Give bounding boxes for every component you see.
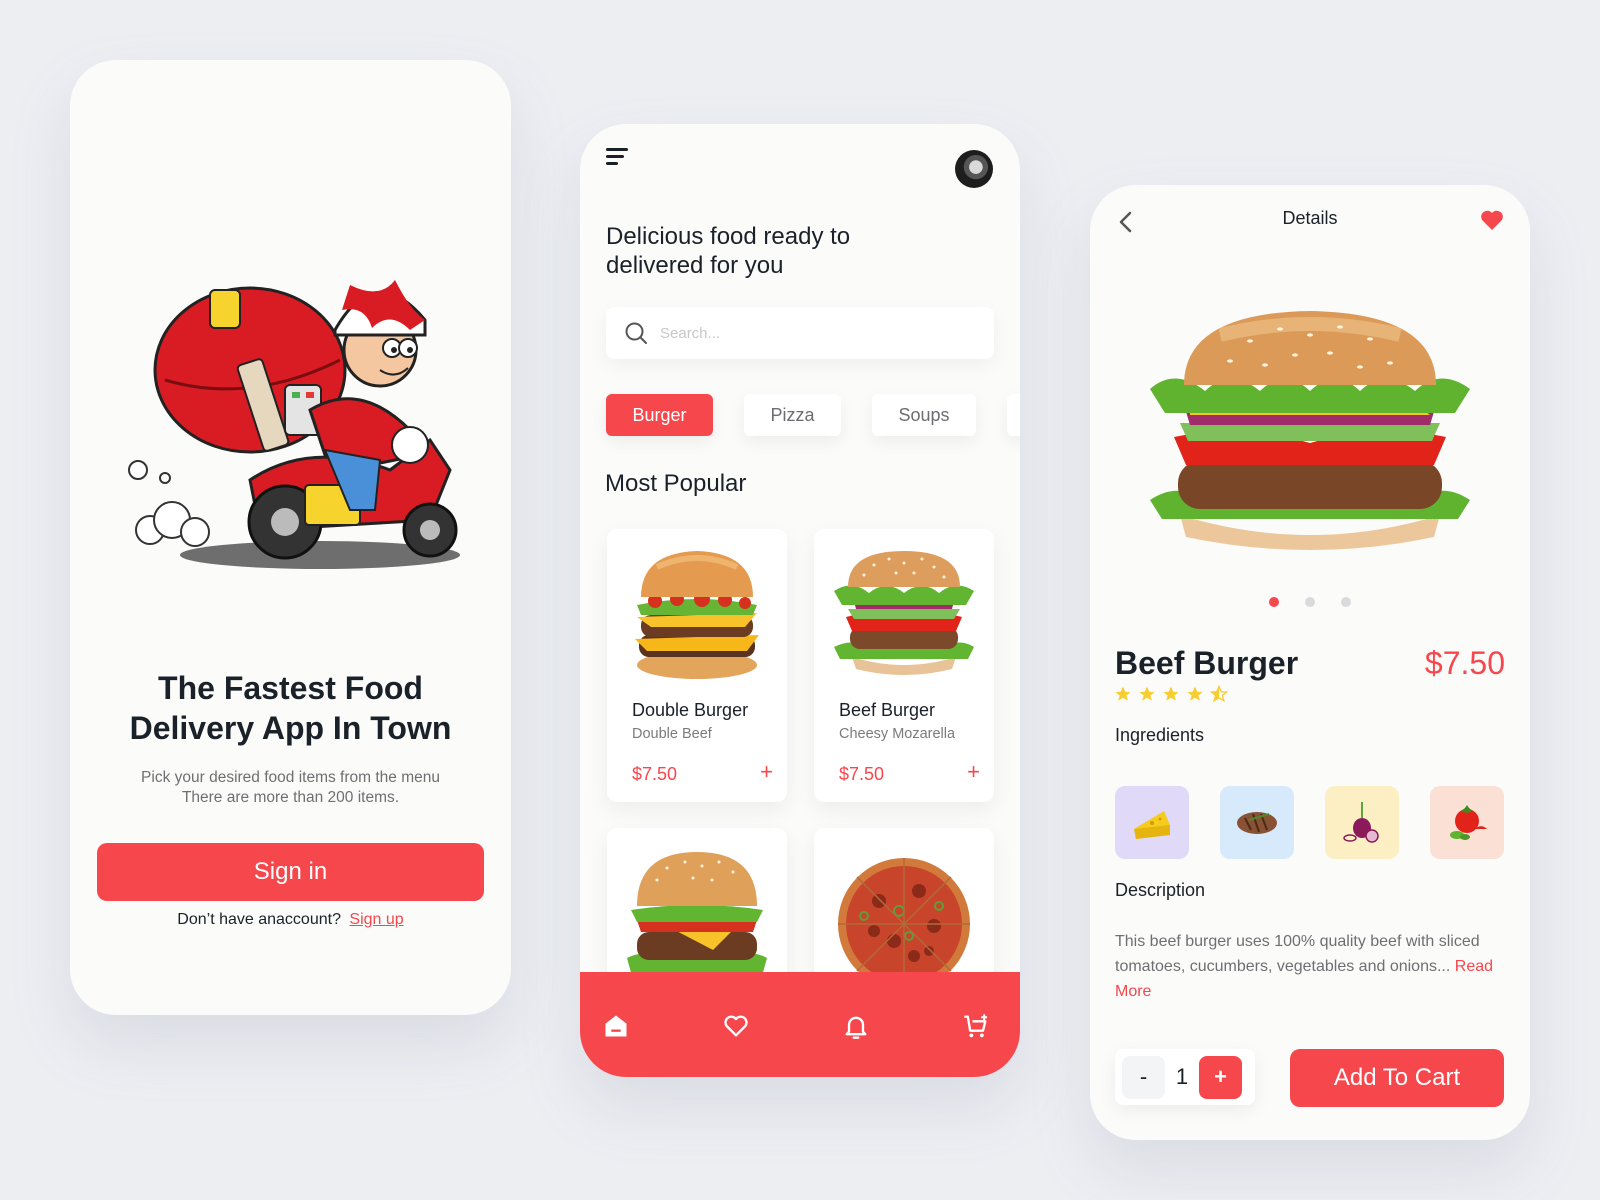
carousel-dot-2[interactable] — [1305, 597, 1315, 607]
beef-burger-image — [834, 551, 974, 675]
sign-in-button[interactable]: Sign in — [97, 843, 484, 901]
category-tab-more[interactable] — [1007, 394, 1020, 436]
category-tab-pizza[interactable]: Pizza — [744, 394, 841, 436]
user-avatar[interactable] — [955, 150, 993, 188]
carousel-dot-1[interactable] — [1269, 597, 1279, 607]
popular-items-grid: Double Burger Double Beef $7.50 + Beef B… — [607, 529, 997, 1028]
star-full-icon — [1187, 686, 1203, 701]
home-nav-icon[interactable] — [602, 1012, 630, 1040]
food-price: $7.50 — [839, 764, 885, 784]
sign-up-link[interactable]: Sign up — [349, 911, 403, 928]
food-name: Double Burger — [632, 700, 749, 720]
home-headline-line1: Delicious food ready to — [606, 223, 851, 250]
add-to-cart-button[interactable]: Add To Cart — [1290, 1049, 1504, 1107]
bottom-navigation — [580, 972, 1020, 1077]
ingredients-list — [1115, 786, 1504, 859]
home-headline: Delicious food ready to delivered for yo… — [606, 222, 906, 280]
quantity-stepper: - 1 + — [1115, 1049, 1255, 1105]
search-bar[interactable] — [606, 307, 994, 359]
menu-icon[interactable] — [606, 148, 630, 168]
no-account-text: Don’t have anaccount? — [177, 911, 341, 928]
add-to-cart-button[interactable]: + — [760, 761, 773, 783]
star-half-icon — [1210, 685, 1228, 703]
ingredient-tomato[interactable] — [1430, 786, 1504, 859]
favorite-heart-icon[interactable] — [1480, 209, 1504, 231]
welcome-subtitle: Pick your desired food items from the me… — [70, 768, 511, 808]
food-card[interactable]: Beef Burger Cheesy Mozarella $7.50 + — [814, 529, 994, 802]
carousel-dot-3[interactable] — [1341, 597, 1351, 607]
welcome-subtitle-line2: There are more than 200 items. — [181, 789, 400, 806]
most-popular-heading: Most Popular — [605, 470, 747, 497]
heart-nav-icon[interactable] — [722, 1012, 750, 1040]
tomato-icon — [1450, 804, 1487, 840]
bell-nav-icon[interactable] — [842, 1012, 870, 1040]
ingredient-cheese[interactable] — [1115, 786, 1189, 859]
product-price: $7.50 — [1424, 645, 1505, 681]
star-full-icon — [1163, 686, 1179, 701]
signup-prompt: Don’t have anaccount? Sign up — [70, 911, 511, 929]
onion-icon — [1343, 801, 1379, 843]
ingredient-steak[interactable] — [1220, 786, 1294, 859]
welcome-title: The Fastest Food Delivery App In Town — [70, 668, 511, 748]
home-screen: Delicious food ready to delivered for yo… — [580, 124, 1020, 1077]
welcome-screen: The Fastest Food Delivery App In Town Pi… — [70, 60, 511, 1015]
star-full-icon — [1139, 686, 1155, 701]
product-name: Beef Burger — [1115, 645, 1299, 681]
beef-burger-hero-image — [1150, 311, 1470, 550]
decrease-quantity-button[interactable]: - — [1122, 1055, 1165, 1099]
ingredients-heading: Ingredients — [1115, 725, 1205, 745]
ingredient-onion[interactable] — [1325, 786, 1399, 859]
product-description: This beef burger uses 100% quality beef … — [1115, 929, 1495, 1004]
add-to-cart-button[interactable]: + — [967, 761, 980, 783]
category-tab-soups[interactable]: Soups — [872, 394, 976, 436]
details-screen: Details Beef Burger $7.50 Ingredients De… — [1090, 185, 1530, 1140]
welcome-subtitle-line1: Pick your desired food items from the me… — [141, 769, 440, 786]
food-description: Double Beef — [632, 726, 712, 742]
pizza-image — [838, 858, 970, 980]
search-icon — [625, 322, 647, 344]
details-title: Details — [1282, 208, 1338, 228]
cheese-icon — [1134, 810, 1170, 839]
search-input[interactable] — [660, 324, 960, 342]
double-burger-image — [635, 551, 759, 679]
welcome-title-line2: Delivery App In Town — [129, 710, 452, 746]
steak-icon — [1237, 811, 1277, 834]
description-heading: Description — [1115, 880, 1206, 900]
delivery-rider-illustration — [128, 280, 460, 569]
quantity-value: 1 — [1175, 1064, 1189, 1089]
home-headline-line2: delivered for you — [606, 252, 784, 279]
food-description: Cheesy Mozarella — [839, 726, 956, 742]
star-rating — [1114, 685, 1228, 703]
food-name: Beef Burger — [839, 700, 936, 720]
category-tabs: Burger Pizza Soups — [606, 394, 1020, 436]
increase-quantity-button[interactable]: + — [1199, 1055, 1242, 1099]
cheese-burger-image — [627, 852, 767, 980]
description-text: This beef burger uses 100% quality beef … — [1115, 933, 1480, 975]
star-full-icon — [1115, 686, 1131, 701]
welcome-title-line1: The Fastest Food — [158, 670, 423, 706]
food-price: $7.50 — [632, 764, 678, 784]
cart-nav-icon[interactable] — [962, 1012, 990, 1040]
food-card[interactable]: Double Burger Double Beef $7.50 + — [607, 529, 787, 802]
image-carousel-dots — [1090, 597, 1530, 607]
category-tab-burger[interactable]: Burger — [606, 394, 713, 436]
